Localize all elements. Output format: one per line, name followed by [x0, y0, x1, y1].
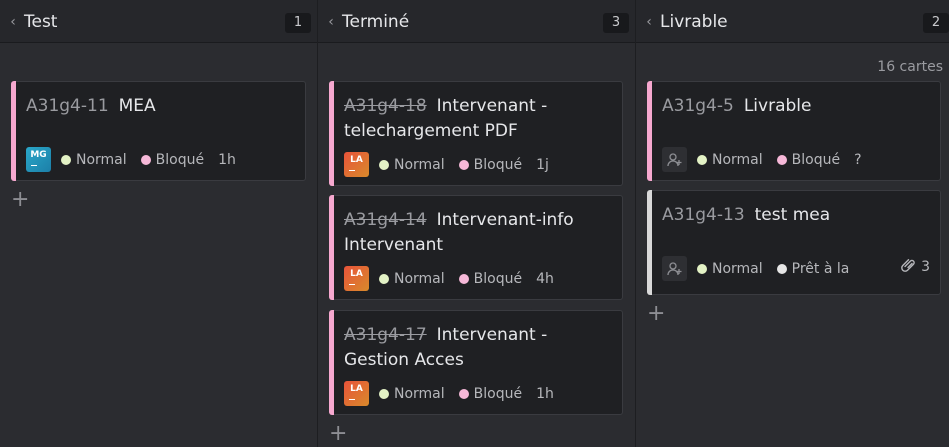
- cards-count: 16 cartes: [877, 59, 943, 75]
- card-key[interactable]: A31g4-5: [662, 96, 734, 116]
- card-key[interactable]: A31g4-13: [662, 205, 745, 225]
- add-card-plus-icon[interactable]: +: [647, 303, 665, 325]
- card-a31g4-18[interactable]: A31g4-18 Intervenant - telechargement PDF…: [329, 81, 623, 186]
- card-title: test mea: [754, 205, 831, 225]
- priority-tag: Normal: [697, 261, 763, 277]
- card-meta: Normal Prêt à la: [662, 256, 863, 281]
- column-title: Test: [24, 11, 58, 32]
- chevron-left-icon[interactable]: ‹: [4, 14, 22, 30]
- card-meta: LA Normal Bloqué 1h: [344, 381, 554, 406]
- status-tag: Bloqué: [458, 271, 522, 287]
- card-key[interactable]: A31g4-18: [344, 96, 427, 116]
- card-meta: LA Normal Bloqué 4h: [344, 266, 554, 291]
- card-title-line: A31g4-13 test mea: [662, 203, 930, 228]
- card-title-cont: Intervenant: [344, 235, 444, 255]
- card-key[interactable]: A31g4-11: [26, 96, 109, 116]
- priority-tag: Normal: [697, 152, 763, 168]
- card-a31g4-17[interactable]: A31g4-17 Intervenant - Gestion Acces LA N…: [329, 310, 623, 415]
- priority-tag: Normal: [379, 157, 445, 173]
- column-divider: [317, 0, 318, 447]
- attachments-count[interactable]: 3: [901, 258, 930, 276]
- avatar[interactable]: LA: [344, 152, 369, 177]
- status-stripe: [329, 81, 334, 186]
- time-estimate: 1j: [536, 156, 549, 173]
- chevron-left-icon[interactable]: ‹: [322, 14, 340, 30]
- column-header-livrable[interactable]: ‹ Livrable 2: [636, 0, 949, 43]
- card-a31g4-11[interactable]: A31g4-11 MEA MG Normal Bloqué 1h: [11, 81, 306, 181]
- time-estimate: 1h: [536, 385, 554, 402]
- time-estimate: 1h: [218, 151, 236, 168]
- card-title: Intervenant-info: [436, 210, 574, 230]
- status-tag: Bloqué: [458, 157, 522, 173]
- add-card-plus-icon[interactable]: +: [329, 423, 347, 445]
- column-count-badge: 2: [923, 13, 949, 33]
- card-meta: MG Normal Bloqué 1h: [26, 147, 236, 172]
- status-stripe: [647, 190, 652, 295]
- add-person-icon[interactable]: [662, 147, 687, 172]
- status-tag: Bloqué: [140, 152, 204, 168]
- avatar[interactable]: MG: [26, 147, 51, 172]
- status-tag: Prêt à la: [776, 261, 849, 277]
- card-key[interactable]: A31g4-14: [344, 210, 427, 230]
- priority-tag: Normal: [379, 386, 445, 402]
- card-title: Intervenant -: [436, 325, 548, 345]
- card-title-line: A31g4-14 Intervenant-info Intervenant: [344, 208, 612, 258]
- card-meta: Normal Bloqué ?: [662, 147, 862, 172]
- time-estimate: ?: [854, 151, 862, 168]
- card-title: Intervenant -: [436, 96, 548, 116]
- status-stripe: [11, 81, 16, 181]
- card-a31g4-5[interactable]: A31g4-5 Livrable Normal Bloqué ?: [647, 81, 941, 181]
- status-stripe: [329, 195, 334, 300]
- card-key[interactable]: A31g4-17: [344, 325, 427, 345]
- time-estimate: 4h: [536, 270, 554, 287]
- priority-tag: Normal: [379, 271, 445, 287]
- column-header-termine[interactable]: ‹ Terminé 3: [318, 0, 635, 43]
- avatar[interactable]: LA: [344, 381, 369, 406]
- card-meta: LA Normal Bloqué 1j: [344, 152, 549, 177]
- card-title-cont: Gestion Acces: [344, 350, 464, 370]
- add-person-icon[interactable]: [662, 256, 687, 281]
- card-title-line: A31g4-5 Livrable: [662, 94, 930, 119]
- card-title-line: A31g4-18 Intervenant - telechargement PDF: [344, 94, 612, 144]
- chevron-left-icon[interactable]: ‹: [640, 14, 658, 30]
- status-stripe: [329, 310, 334, 415]
- card-a31g4-13[interactable]: A31g4-13 test mea Normal Prêt à la 3: [647, 190, 941, 295]
- priority-tag: Normal: [61, 152, 127, 168]
- card-title: MEA: [118, 96, 156, 116]
- card-title-line: A31g4-11 MEA: [26, 94, 295, 119]
- column-count-badge: 3: [603, 13, 629, 33]
- card-title-line: A31g4-17 Intervenant - Gestion Acces: [344, 323, 612, 373]
- column-count-badge: 1: [285, 13, 311, 33]
- add-card-plus-icon[interactable]: +: [11, 189, 29, 211]
- column-title: Terminé: [342, 11, 410, 32]
- card-a31g4-14[interactable]: A31g4-14 Intervenant-info Intervenant LA …: [329, 195, 623, 300]
- avatar[interactable]: LA: [344, 266, 369, 291]
- card-title-cont: telechargement PDF: [344, 121, 518, 141]
- card-title: Livrable: [743, 96, 812, 116]
- status-stripe: [647, 81, 652, 181]
- paperclip-icon: [901, 258, 917, 276]
- column-title: Livrable: [660, 11, 728, 32]
- status-tag: Bloqué: [776, 152, 840, 168]
- status-tag: Bloqué: [458, 386, 522, 402]
- column-divider: [635, 0, 636, 447]
- column-header-test[interactable]: ‹ Test 1: [0, 0, 317, 43]
- board-header: ‹ Test 1 ‹ Terminé 3 ‹ Livrable 2: [0, 0, 949, 43]
